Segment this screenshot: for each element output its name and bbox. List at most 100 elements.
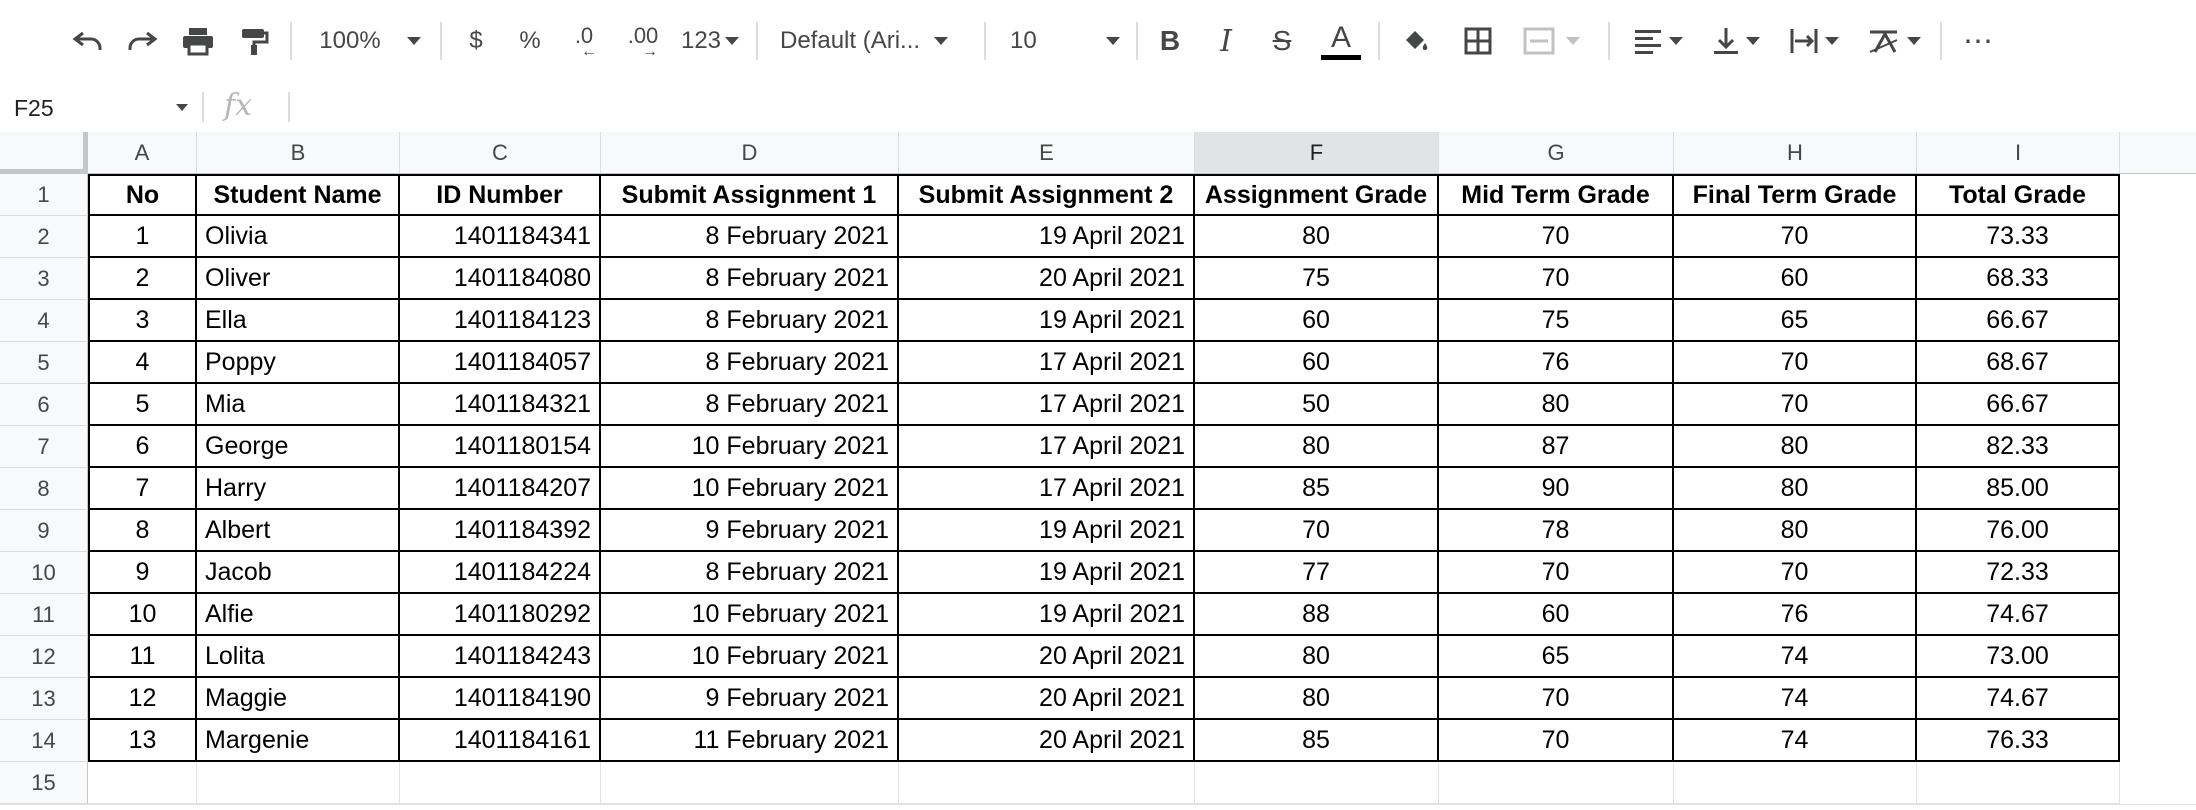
table-cell[interactable]: 75 [1195,258,1439,300]
table-cell[interactable]: 80 [1195,636,1439,678]
table-cell[interactable]: 80 [1674,426,1917,468]
table-cell[interactable]: 4 [88,342,197,384]
table-cell[interactable]: 73.00 [1917,636,2120,678]
table-cell[interactable]: 1401184341 [400,216,601,258]
table-cell[interactable]: 8 February 2021 [601,300,899,342]
table-cell[interactable]: 13 [88,720,197,762]
table-cell[interactable]: 75 [1439,300,1674,342]
table-cell[interactable]: Harry [197,468,400,510]
row-header-11[interactable]: 11 [0,594,88,636]
empty-cell[interactable] [1674,762,1917,804]
table-cell[interactable]: 10 February 2021 [601,468,899,510]
merge-cells-button[interactable] [1516,14,1586,68]
table-cell[interactable]: 87 [1439,426,1674,468]
table-cell[interactable]: 1401184123 [400,300,601,342]
column-header-g[interactable]: G [1439,132,1674,174]
table-cell[interactable]: 80 [1674,510,1917,552]
column-header-i[interactable]: I [1917,132,2120,174]
formula-input[interactable] [300,88,2184,128]
table-cell[interactable]: 65 [1439,636,1674,678]
column-header-c[interactable]: C [400,132,601,174]
table-header-cell[interactable]: No [88,174,197,216]
more-options-button[interactable]: ⋯ [1956,14,2000,68]
table-cell[interactable]: 88 [1195,594,1439,636]
empty-cell[interactable] [400,762,601,804]
empty-cell[interactable] [1917,762,2120,804]
table-cell[interactable]: 19 April 2021 [899,300,1195,342]
row-header-8[interactable]: 8 [0,468,88,510]
table-cell[interactable]: 82.33 [1917,426,2120,468]
table-cell[interactable]: 74.67 [1917,594,2120,636]
table-cell[interactable]: 8 February 2021 [601,342,899,384]
zoom-select[interactable]: 100% [310,14,430,68]
table-cell[interactable]: 78 [1439,510,1674,552]
table-cell[interactable]: 85.00 [1917,468,2120,510]
row-header-2[interactable]: 2 [0,216,88,258]
redo-icon[interactable] [118,14,166,68]
row-header-10[interactable]: 10 [0,552,88,594]
more-formats-button[interactable]: 123 [676,14,744,68]
row-header-15[interactable]: 15 [0,762,88,804]
print-icon[interactable] [174,14,222,68]
table-cell[interactable]: 70 [1195,510,1439,552]
table-cell[interactable]: 50 [1195,384,1439,426]
table-cell[interactable]: 17 April 2021 [899,426,1195,468]
text-color-button[interactable]: A [1318,14,1364,68]
table-cell[interactable]: 70 [1439,216,1674,258]
row-header-6[interactable]: 6 [0,384,88,426]
table-cell[interactable]: 70 [1439,258,1674,300]
table-cell[interactable]: 10 [88,594,197,636]
table-cell[interactable]: George [197,426,400,468]
empty-cell[interactable] [197,762,400,804]
table-header-cell[interactable]: Assignment Grade [1195,174,1439,216]
table-cell[interactable]: 85 [1195,468,1439,510]
table-cell[interactable]: 77 [1195,552,1439,594]
column-header-d[interactable]: D [601,132,899,174]
table-cell[interactable]: Maggie [197,678,400,720]
table-cell[interactable]: Lolita [197,636,400,678]
empty-cell[interactable] [88,762,197,804]
italic-button[interactable]: I [1206,14,1246,68]
table-cell[interactable]: 19 April 2021 [899,552,1195,594]
table-cell[interactable]: 74.67 [1917,678,2120,720]
table-cell[interactable]: 10 February 2021 [601,636,899,678]
table-cell[interactable]: 1401184392 [400,510,601,552]
table-cell[interactable]: 2 [88,258,197,300]
table-cell[interactable]: 20 April 2021 [899,720,1195,762]
table-cell[interactable]: 1401184080 [400,258,601,300]
percent-format-button[interactable]: % [510,14,550,68]
table-cell[interactable]: 68.67 [1917,342,2120,384]
table-cell[interactable]: 20 April 2021 [899,678,1195,720]
table-cell[interactable]: Margenie [197,720,400,762]
select-all-corner[interactable] [0,132,88,174]
table-cell[interactable]: 8 February 2021 [601,216,899,258]
borders-button[interactable] [1456,14,1500,68]
currency-format-button[interactable]: $ [456,14,496,68]
table-cell[interactable]: 66.67 [1917,300,2120,342]
column-header-e[interactable]: E [899,132,1195,174]
table-cell[interactable]: 17 April 2021 [899,384,1195,426]
table-cell[interactable]: 80 [1195,216,1439,258]
table-cell[interactable]: 72.33 [1917,552,2120,594]
name-box[interactable]: F25 [0,82,202,132]
table-cell[interactable]: 17 April 2021 [899,342,1195,384]
table-cell[interactable]: 76.33 [1917,720,2120,762]
table-header-cell[interactable]: Total Grade [1917,174,2120,216]
paint-format-icon[interactable] [230,14,278,68]
table-cell[interactable]: 76.00 [1917,510,2120,552]
undo-icon[interactable] [64,14,112,68]
table-cell[interactable]: 85 [1195,720,1439,762]
table-cell[interactable]: 8 [88,510,197,552]
table-cell[interactable]: 1401184243 [400,636,601,678]
text-wrapping-button[interactable] [1784,14,1844,68]
table-header-cell[interactable]: Final Term Grade [1674,174,1917,216]
bold-button[interactable]: B [1150,14,1190,68]
table-cell[interactable]: Albert [197,510,400,552]
column-header-f[interactable]: F [1195,132,1439,174]
table-cell[interactable]: 73.33 [1917,216,2120,258]
table-cell[interactable]: 1401184207 [400,468,601,510]
table-cell[interactable]: 65 [1674,300,1917,342]
table-cell[interactable]: 10 February 2021 [601,426,899,468]
table-header-cell[interactable]: ID Number [400,174,601,216]
column-header-b[interactable]: B [197,132,400,174]
